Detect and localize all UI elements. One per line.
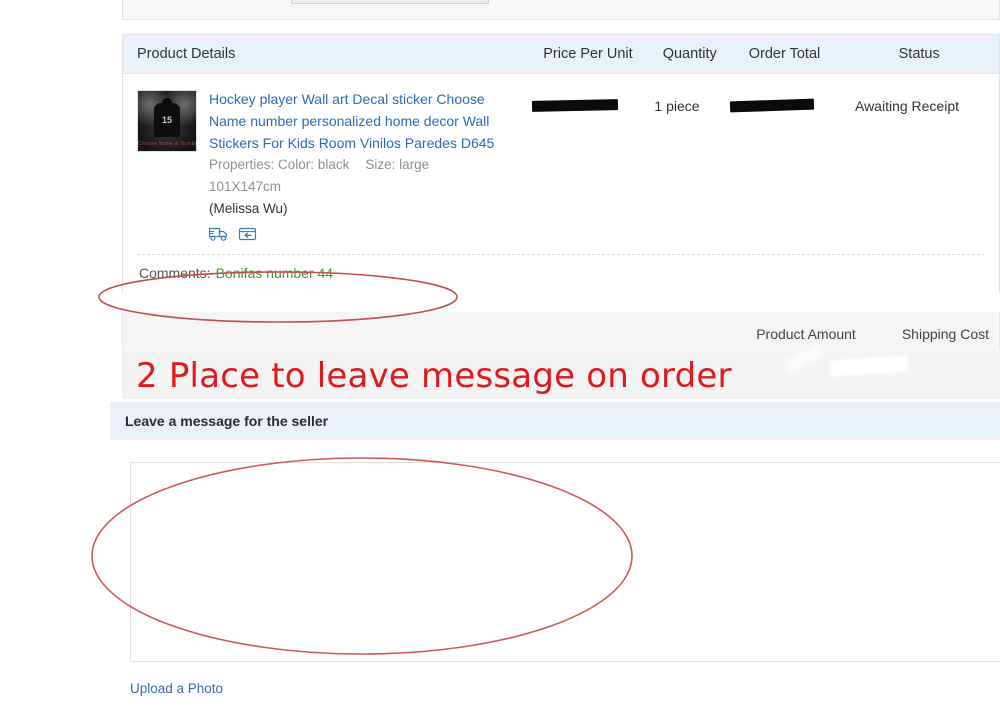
redacted-price [531,99,619,112]
thumbnail-caption: Choose Name & Number [138,141,197,147]
product-amount-label: Product Amount [756,325,856,342]
order-detail-page: Product Details Price Per Unit Quantity … [0,0,1000,725]
properties-label: Properties: [209,157,275,172]
comments-value: Bonifas number 44 [215,265,334,281]
return-box-icon[interactable] [238,226,258,242]
comments-label: Comments: [139,265,211,281]
product-text-block: Hockey player Wall art Decal sticker Cho… [209,88,499,242]
order-items-table: Product Details Price Per Unit Quantity … [122,34,1000,293]
seller-name: (Melissa Wu) [209,201,288,216]
table-header-row: Product Details Price Per Unit Quantity … [123,35,999,74]
quantity-cell: 1 piece [654,98,700,114]
annotation-heading: 2 Place to leave message on order [136,356,732,396]
order-total-cell [717,88,827,242]
leave-message-body: Upload a Photo [110,440,1000,698]
shipping-cost-label: Shipping Cost [901,325,989,342]
partial-button[interactable] [291,0,489,4]
column-header-price-per-unit: Price Per Unit [543,46,633,62]
leave-message-title: Leave a message for the seller [125,413,329,429]
status-badge: Awaiting Receipt [854,98,960,114]
column-header-product-details: Product Details [137,46,236,62]
table-row: 15 Choose Name & Number Hockey player Wa… [123,74,999,248]
column-header-order-total: Order Total [748,46,821,62]
redacted-order-total [729,98,815,113]
previous-section-panel [122,0,1000,20]
property-color: Color: black [278,157,350,172]
thumbnail-jersey-number: 15 [161,115,173,125]
column-header-status: Status [898,46,940,62]
price-per-unit-cell [513,88,637,242]
message-textarea[interactable] [130,462,1000,662]
leave-message-section: Leave a message for the seller Upload a … [110,402,1000,725]
product-action-icons [209,226,499,242]
column-header-quantity: Quantity [662,46,717,62]
order-comments-row: Comments: Bonifas number 44 [123,255,999,293]
product-details-cell: 15 Choose Name & Number Hockey player Wa… [123,88,513,242]
product-properties: Properties: Color: black Size: large 101X… [209,154,499,198]
upload-photo-link[interactable]: Upload a Photo [130,681,223,696]
shipping-truck-icon[interactable] [209,226,229,242]
leave-message-header: Leave a message for the seller [110,402,1000,440]
product-thumbnail[interactable]: 15 Choose Name & Number [137,90,197,152]
product-title-link[interactable]: Hockey player Wall art Decal sticker Cho… [209,88,499,154]
